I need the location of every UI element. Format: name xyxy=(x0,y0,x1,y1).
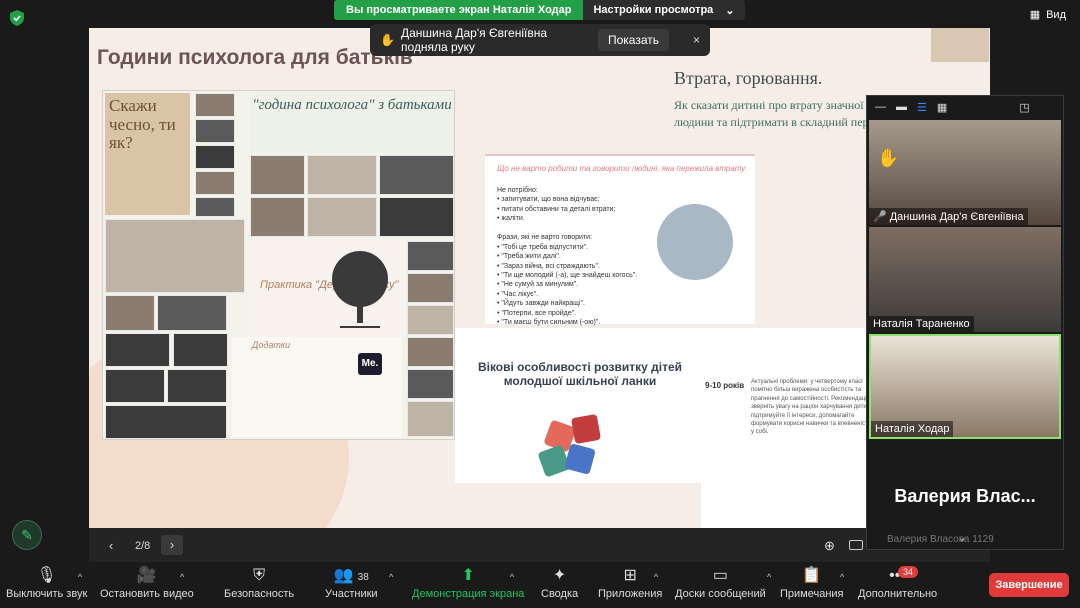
apps-button[interactable]: ⊞ Приложения ^ xyxy=(598,566,662,600)
age-details-text: Актуальні проблеми: у четвертому класі п… xyxy=(751,379,876,436)
raised-hand-icon: ✋ xyxy=(380,33,395,47)
share-screen-button[interactable]: ⬆ Демонстрация экрана ^ xyxy=(412,566,524,600)
view-options-button[interactable]: Настройки просмотра ⌄ xyxy=(583,0,745,20)
participant-name: Наталія Ходар xyxy=(875,423,950,435)
microphone-icon: 🎙 xyxy=(36,567,57,584)
age-details-card: 9-10 років Актуальні проблеми: у четверт… xyxy=(701,328,881,528)
whiteboard-icon: ▭ xyxy=(712,567,728,584)
zoom-icon[interactable]: ⊕ xyxy=(824,538,835,554)
loss-card: Втрата, горювання. Як сказати дитині про… xyxy=(674,68,894,132)
video-panel: — ▬ ☰ ▦ ◳ ✋ 🎤 Даншина Дар'я Євгеніївна Н… xyxy=(866,95,1064,550)
meeting-toolbar: 🎙 Выключить звук ^ 🎥 Остановить видео ^ … xyxy=(0,562,1080,608)
notification-badge: 34 xyxy=(898,566,919,578)
more-button[interactable]: ••• Дополнительно 34 xyxy=(858,566,937,600)
participant-tile[interactable]: Наталія Тараненко xyxy=(869,227,1061,332)
ages-title: Вікові особливості розвитку дітей молодш… xyxy=(477,360,683,388)
share-screen-icon: ⬆ xyxy=(461,567,475,584)
strip-view-icon[interactable]: ☰ xyxy=(917,101,927,114)
security-button[interactable]: ⛨ Безопасность xyxy=(224,566,294,600)
summary-icon: ✦ xyxy=(552,567,567,584)
participants-count: 38 xyxy=(357,572,369,583)
participants-button[interactable]: 👥 38 Участники ^ xyxy=(325,566,393,600)
tree-practice-card: Практика "Дерево зв'язку" xyxy=(250,241,405,341)
rules-heading: Що не варто робити та говорити людині, я… xyxy=(497,164,746,173)
notification-text: Даншина Дар'я Євгеніївна подняла руку xyxy=(400,26,548,54)
participant-tile-active-speaker[interactable]: Наталія Ходар xyxy=(869,334,1061,439)
close-icon[interactable]: × xyxy=(693,33,700,47)
raise-hand-notification: ✋ Даншина Дар'я Євгеніївна подняла руку … xyxy=(370,24,710,56)
loss-title: Втрата, горювання. xyxy=(674,68,823,88)
chevron-up-icon[interactable]: ^ xyxy=(78,572,82,582)
hidden-participant-name: Валерия Власова 1129 xyxy=(887,534,994,545)
minimize-icon[interactable]: — xyxy=(875,101,886,113)
single-view-icon[interactable]: ▬ xyxy=(896,101,907,113)
slide-title: Години психолога для батьків xyxy=(97,46,413,69)
rules-text: Не потрібно: • запитувати, що вона відчу… xyxy=(497,187,638,336)
notes-button[interactable]: 📋 Примечания ^ xyxy=(780,566,844,600)
photo-collage: Скажи чесно, ти як? "година психолога" з… xyxy=(102,90,455,440)
chevron-down-icon: ⌄ xyxy=(725,5,735,17)
grid-icon: ▦ xyxy=(1029,9,1041,21)
me-logo: Me. xyxy=(358,353,382,375)
next-page-button[interactable]: › xyxy=(161,535,183,555)
tree-icon xyxy=(332,251,388,328)
chevron-up-icon[interactable]: ^ xyxy=(654,572,658,582)
participant-name-no-video: Валерия Влас... xyxy=(894,486,1036,506)
page-indicator: 2/8 xyxy=(135,540,151,552)
view-label: Вид xyxy=(1046,8,1066,21)
view-button[interactable]: ▦ Вид xyxy=(1029,8,1066,22)
loss-subtitle: Як сказати дитині про втрату значної люд… xyxy=(674,98,887,130)
mute-button[interactable]: 🎙 Выключить звук ^ xyxy=(6,566,87,600)
people-icon: 👥 xyxy=(333,567,354,584)
shared-screen: Години психолога для батьків Скажи чесно… xyxy=(89,28,990,528)
panel-toolbar: — ▬ ☰ ▦ ◳ xyxy=(867,96,1063,118)
chevron-up-icon[interactable]: ^ xyxy=(389,572,393,582)
ages-card: Вікові особливості розвитку дітей молодш… xyxy=(455,328,703,483)
annotate-pencil-icon[interactable]: ✎ xyxy=(12,520,42,550)
keyboard-icon[interactable] xyxy=(849,540,863,550)
participant-name: Наталія Тараненко xyxy=(873,318,970,330)
addition-title: Додатки xyxy=(252,340,291,350)
hour-card: "година психолога" з батьками xyxy=(250,93,454,153)
chevron-up-icon[interactable]: ^ xyxy=(840,572,844,582)
show-button[interactable]: Показать xyxy=(597,29,669,51)
gallery-view-icon[interactable]: ▦ xyxy=(937,101,947,114)
chevron-up-icon[interactable]: ^ xyxy=(767,572,771,582)
whiteboards-button[interactable]: ▭ Доски сообщений ^ xyxy=(675,566,771,600)
stop-video-button[interactable]: 🎥 Остановить видео ^ xyxy=(100,566,194,600)
sad-figure-illustration xyxy=(657,204,733,280)
end-meeting-button[interactable]: Завершение xyxy=(989,573,1069,597)
apps-icon: ⊞ xyxy=(623,567,637,584)
shield-icon: ⛨ xyxy=(253,567,266,584)
notes-icon: 📋 xyxy=(801,567,822,584)
presenter-thumbnail xyxy=(931,28,989,62)
summary-button[interactable]: ✦ Сводка xyxy=(541,566,578,600)
participant-name: Даншина Дар'я Євгеніївна xyxy=(889,210,1024,223)
muted-mic-icon: 🎤 xyxy=(873,211,887,223)
chevron-up-icon[interactable]: ^ xyxy=(180,572,184,582)
addition-card: Додатки Me. xyxy=(232,337,402,437)
participant-tile[interactable]: ✋ 🎤 Даншина Дар'я Євгеніївна xyxy=(869,120,1061,225)
chevron-up-icon[interactable]: ^ xyxy=(510,572,514,582)
shield-icon[interactable] xyxy=(10,10,24,26)
view-options-label: Настройки просмотра xyxy=(593,4,714,16)
loss-rules-card: Що не варто робити та говорити людині, я… xyxy=(485,154,755,336)
pop-out-icon[interactable]: ◳ xyxy=(1019,101,1029,114)
raised-hand-icon: ✋ xyxy=(877,148,900,168)
book-cover: Скажи чесно, ти як? xyxy=(105,93,190,215)
share-status-text: Вы просматриваете экран Наталія Ходар xyxy=(334,0,584,20)
share-banner: Вы просматриваете экран Наталія Ходар На… xyxy=(334,0,745,20)
previous-page-button[interactable]: ‹ xyxy=(109,538,113,553)
age-range: 9-10 років xyxy=(705,381,745,390)
slide-navigation: ‹ 2/8 › ⊕ xyxy=(89,528,990,564)
